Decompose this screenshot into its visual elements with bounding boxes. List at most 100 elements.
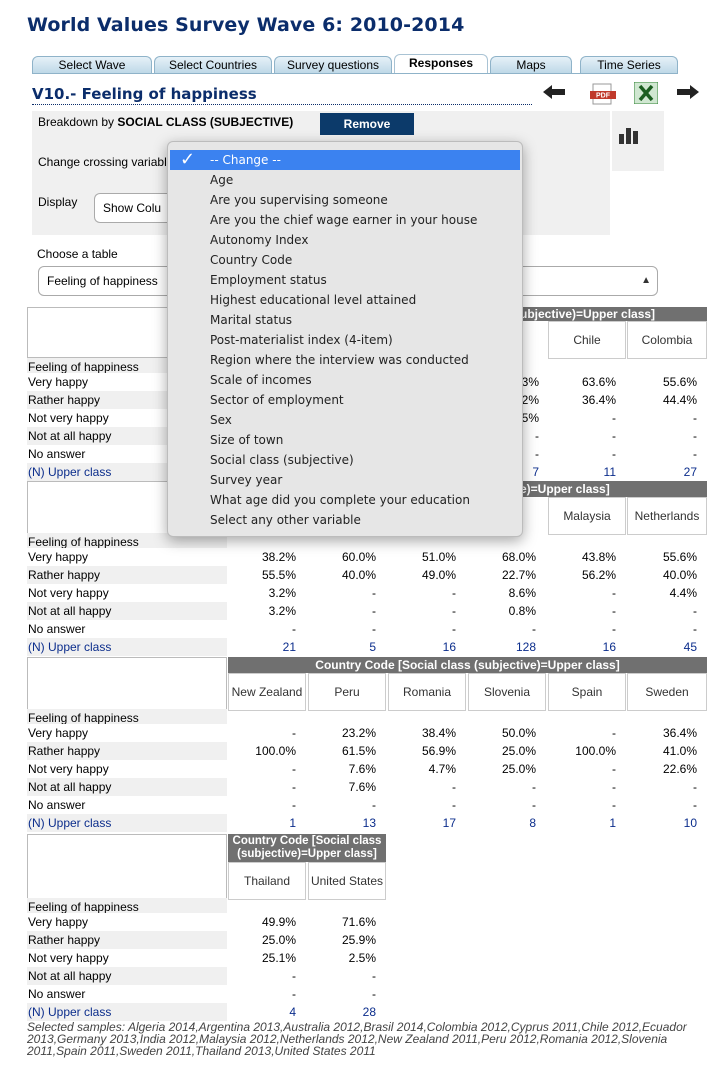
row-label-n-upper-class: (N) Upper class <box>27 814 227 832</box>
cell: - <box>372 987 376 1001</box>
cell-n: 21 <box>282 640 296 654</box>
dropdown-option[interactable]: Age <box>168 170 522 190</box>
tab-select-wave[interactable]: Select Wave <box>32 56 152 74</box>
row-label-not-very-happy: Not very happy <box>27 584 227 602</box>
cell: 56.9% <box>421 744 456 758</box>
dropdown-option[interactable]: What age did you complete your education <box>168 490 522 510</box>
dropdown-option[interactable]: Post-materialist index (4-item) <box>168 330 522 350</box>
crossing-variable-label: Change crossing variabl <box>38 155 167 169</box>
cell: - <box>292 987 296 1001</box>
tab-responses[interactable]: Responses <box>394 54 488 74</box>
display-label: Display <box>38 195 78 209</box>
dropdown-option[interactable]: Autonomy Index <box>168 230 522 250</box>
cell: - <box>693 798 697 812</box>
bar-chart-icon[interactable] <box>618 124 640 144</box>
column-header-new-zealand: New Zealand <box>228 673 306 711</box>
remove-button[interactable]: Remove <box>320 113 414 135</box>
cell: 3.2% <box>268 586 296 600</box>
column-header-netherlands: Netherlands <box>627 497 707 535</box>
cell-n: 16 <box>602 640 616 654</box>
cell-n: 16 <box>442 640 456 654</box>
cell: - <box>693 780 697 794</box>
cell: 25.1% <box>261 951 296 965</box>
cell: - <box>693 604 697 618</box>
cell: 38.2% <box>261 550 296 564</box>
row-label-no-answer: No answer <box>27 796 227 814</box>
cell: 23.2% <box>341 726 376 740</box>
question-title: V10.- Feeling of happiness <box>32 85 257 103</box>
tab-maps[interactable]: Maps <box>490 56 572 74</box>
excel-icon[interactable] <box>634 82 658 104</box>
dropdown-option[interactable]: Survey year <box>168 470 522 490</box>
cell: 25.0% <box>261 933 296 947</box>
breakdown-variable: SOCIAL CLASS (SUBJECTIVE) <box>117 115 294 129</box>
cell: 50.0% <box>501 726 536 740</box>
group-header: Country Code [Social class (subjective)=… <box>228 834 386 862</box>
cell-n: 8 <box>529 816 536 830</box>
row-label-no-answer: No answer <box>27 985 227 1003</box>
dropdown-option[interactable]: Sector of employment <box>168 390 522 410</box>
column-header-malaysia: Malaysia <box>548 497 626 535</box>
dropdown-option[interactable]: Sex <box>168 410 522 430</box>
cell: 63.6% <box>581 375 616 389</box>
cell: 11 <box>603 465 616 479</box>
dropdown-option[interactable]: Region where the interview was conducted <box>168 350 522 370</box>
dropdown-option[interactable]: Size of town <box>168 430 522 450</box>
pdf-icon[interactable]: PDF <box>590 83 616 105</box>
dropdown-option[interactable]: Marital status <box>168 310 522 330</box>
display-select[interactable]: Show Colu <box>94 193 174 223</box>
cell: 0.8% <box>508 604 536 618</box>
dropdown-option[interactable]: Are you supervising someone <box>168 190 522 210</box>
crossing-variable-dropdown[interactable]: ✓ -- Change -- Age Are you supervising som… <box>167 141 523 537</box>
dropdown-option[interactable]: Select any other variable <box>168 510 522 530</box>
choose-table-label: Choose a table <box>37 247 118 261</box>
cell-n: 45 <box>683 640 697 654</box>
cell: - <box>532 780 536 794</box>
cell: 25.9% <box>341 933 376 947</box>
tab-survey-questions[interactable]: Survey questions <box>274 56 392 74</box>
dropdown-option[interactable]: Scale of incomes <box>168 370 522 390</box>
row-label-very-happy: Very happy <box>27 724 227 742</box>
row-label-very-happy: Very happy <box>27 913 227 931</box>
dropdown-option[interactable]: Are you the chief wage earner in your ho… <box>168 210 522 230</box>
cell-n: 5 <box>369 640 376 654</box>
cell: 100.0% <box>255 744 296 758</box>
dropdown-option[interactable]: Country Code <box>168 250 522 270</box>
cell: - <box>693 622 697 636</box>
row-label-not-very-happy: Not very happy <box>27 949 227 967</box>
dropdown-option[interactable]: Social class (subjective) <box>168 450 522 470</box>
tab-select-countries[interactable]: Select Countries <box>154 56 272 74</box>
table-corner <box>27 657 227 713</box>
row-label-not-at-all-happy: Not at all happy <box>27 602 227 620</box>
cell: - <box>372 586 376 600</box>
dropdown-option[interactable]: Highest educational level attained <box>168 290 522 310</box>
row-label-not-at-all-happy: Not at all happy <box>27 967 227 985</box>
cell: - <box>372 622 376 636</box>
cell: - <box>372 969 376 983</box>
cell: 7.6% <box>348 762 376 776</box>
tab-underline <box>32 73 678 74</box>
cell: - <box>452 586 456 600</box>
cell: 22.6% <box>662 762 697 776</box>
cell: 68.0% <box>501 550 536 564</box>
dropdown-option[interactable]: Employment status <box>168 270 522 290</box>
dropdown-option-selected[interactable]: ✓ -- Change -- <box>170 150 520 170</box>
cell: - <box>292 798 296 812</box>
column-header-chile: Chile <box>548 321 626 359</box>
column-header-united-states: United States <box>308 862 386 900</box>
cell: 38.4% <box>421 726 456 740</box>
cell: - <box>452 780 456 794</box>
column-header-colombia: Colombia <box>627 321 707 359</box>
row-label-rather-happy: Rather happy <box>27 566 227 584</box>
cell: - <box>452 622 456 636</box>
cell: - <box>292 780 296 794</box>
cell: 100.0% <box>575 744 616 758</box>
cell: 56.2% <box>581 568 616 582</box>
cell: 40.0% <box>341 568 376 582</box>
arrow-right-icon[interactable] <box>676 84 700 100</box>
cell: 44.4% <box>662 393 697 407</box>
arrow-left-icon[interactable] <box>542 84 566 100</box>
cell: 27 <box>683 465 697 479</box>
tab-time-series[interactable]: Time Series <box>580 56 678 74</box>
column-header-romania: Romania <box>388 673 466 711</box>
